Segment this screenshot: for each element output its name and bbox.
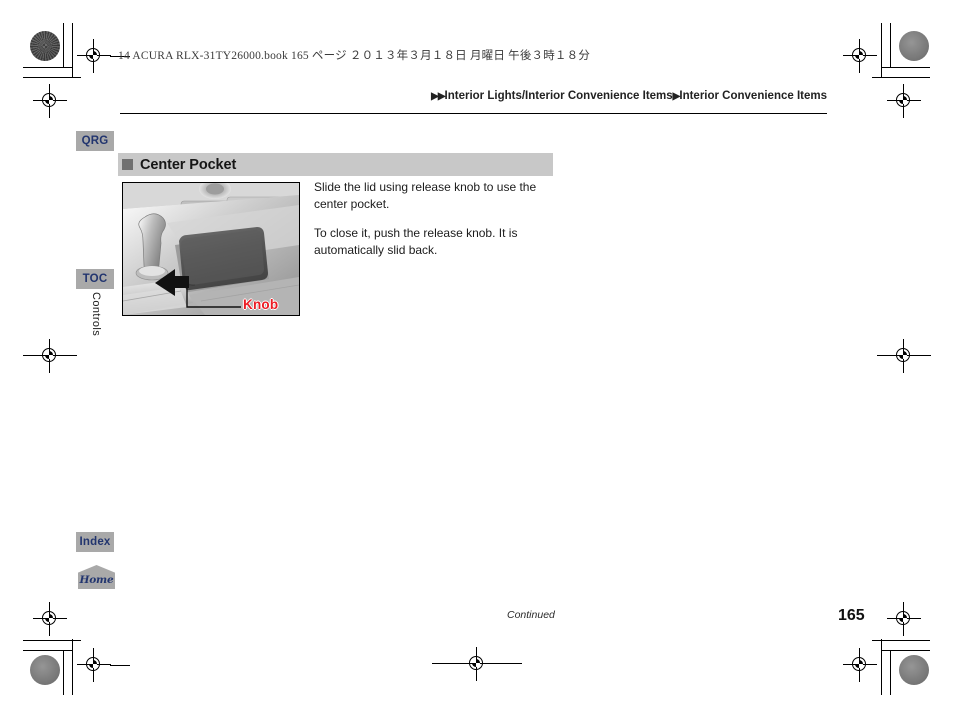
illustration-callout-knob: Knob	[243, 297, 278, 312]
crop-mark	[63, 23, 64, 67]
breadcrumb-double-arrow-icon: ▶▶	[431, 91, 445, 102]
crop-mark	[890, 23, 891, 67]
registration-target	[843, 39, 877, 73]
section-heading: Center Pocket	[118, 153, 553, 176]
registration-target	[843, 648, 877, 682]
registration-target	[33, 602, 67, 636]
halftone-dot-top-right	[899, 31, 929, 61]
halftone-dot-bottom-left	[30, 655, 60, 685]
registration-target	[77, 39, 111, 73]
page-number: 165	[838, 607, 865, 624]
registration-target	[887, 602, 921, 636]
print-metadata-line: 14 ACURA RLX-31TY26000.book 165 ページ ２０１３…	[118, 50, 591, 62]
crop-mark	[72, 639, 73, 695]
breadcrumb: ▶▶Interior Lights/Interior Convenience I…	[431, 90, 827, 102]
body-paragraph-2: To close it, push the release knob. It i…	[314, 226, 518, 257]
sidebar-tab-qrg[interactable]: QRG	[76, 131, 114, 151]
crop-mark	[872, 640, 930, 641]
body-copy: Slide the lid using release knob to use …	[314, 179, 546, 271]
sidebar-tab-index[interactable]: Index	[76, 532, 114, 552]
registration-target	[77, 648, 111, 682]
crop-mark	[890, 650, 891, 695]
crop-mark	[23, 640, 81, 641]
callout-label-text: Knob	[243, 297, 279, 312]
crop-mark	[23, 77, 81, 78]
crop-mark	[881, 650, 930, 651]
registration-target	[23, 339, 77, 373]
breadcrumb-level-1[interactable]: Interior Lights/Interior Convenience Ite…	[445, 90, 673, 102]
footer-continued-label: Continued	[507, 609, 555, 621]
console-illustration-svg	[123, 183, 299, 315]
body-paragraph-1: Slide the lid using release knob to use …	[314, 180, 537, 211]
registration-target	[877, 339, 931, 373]
registration-target	[887, 84, 921, 118]
crop-mark	[881, 23, 882, 78]
sidebar-tab-toc[interactable]: TOC	[76, 269, 114, 289]
sidebar-tab-home[interactable]: Home	[78, 565, 115, 589]
crop-mark	[23, 650, 72, 651]
crop-mark	[110, 665, 130, 666]
breadcrumb-level-2[interactable]: Interior Convenience Items	[679, 90, 827, 102]
sidebar-tab-home-label: Home	[79, 574, 114, 586]
square-bullet-icon	[122, 159, 133, 170]
crop-mark	[23, 67, 72, 68]
sidebar-section-label: Controls	[90, 292, 102, 337]
center-pocket-illustration: Knob	[122, 182, 300, 316]
halftone-dot-bottom-right	[899, 655, 929, 685]
manual-page: 14 ACURA RLX-31TY26000.book 165 ページ ２０１３…	[0, 0, 954, 718]
breadcrumb-divider	[120, 113, 827, 114]
crop-mark	[63, 650, 64, 695]
registration-target	[33, 84, 67, 118]
crop-mark	[881, 639, 882, 695]
registration-target	[432, 647, 522, 681]
halftone-dot-top-left	[30, 31, 60, 61]
crop-mark	[72, 23, 73, 78]
crop-mark	[872, 77, 930, 78]
crop-mark	[881, 67, 930, 68]
section-heading-text: Center Pocket	[140, 156, 237, 173]
